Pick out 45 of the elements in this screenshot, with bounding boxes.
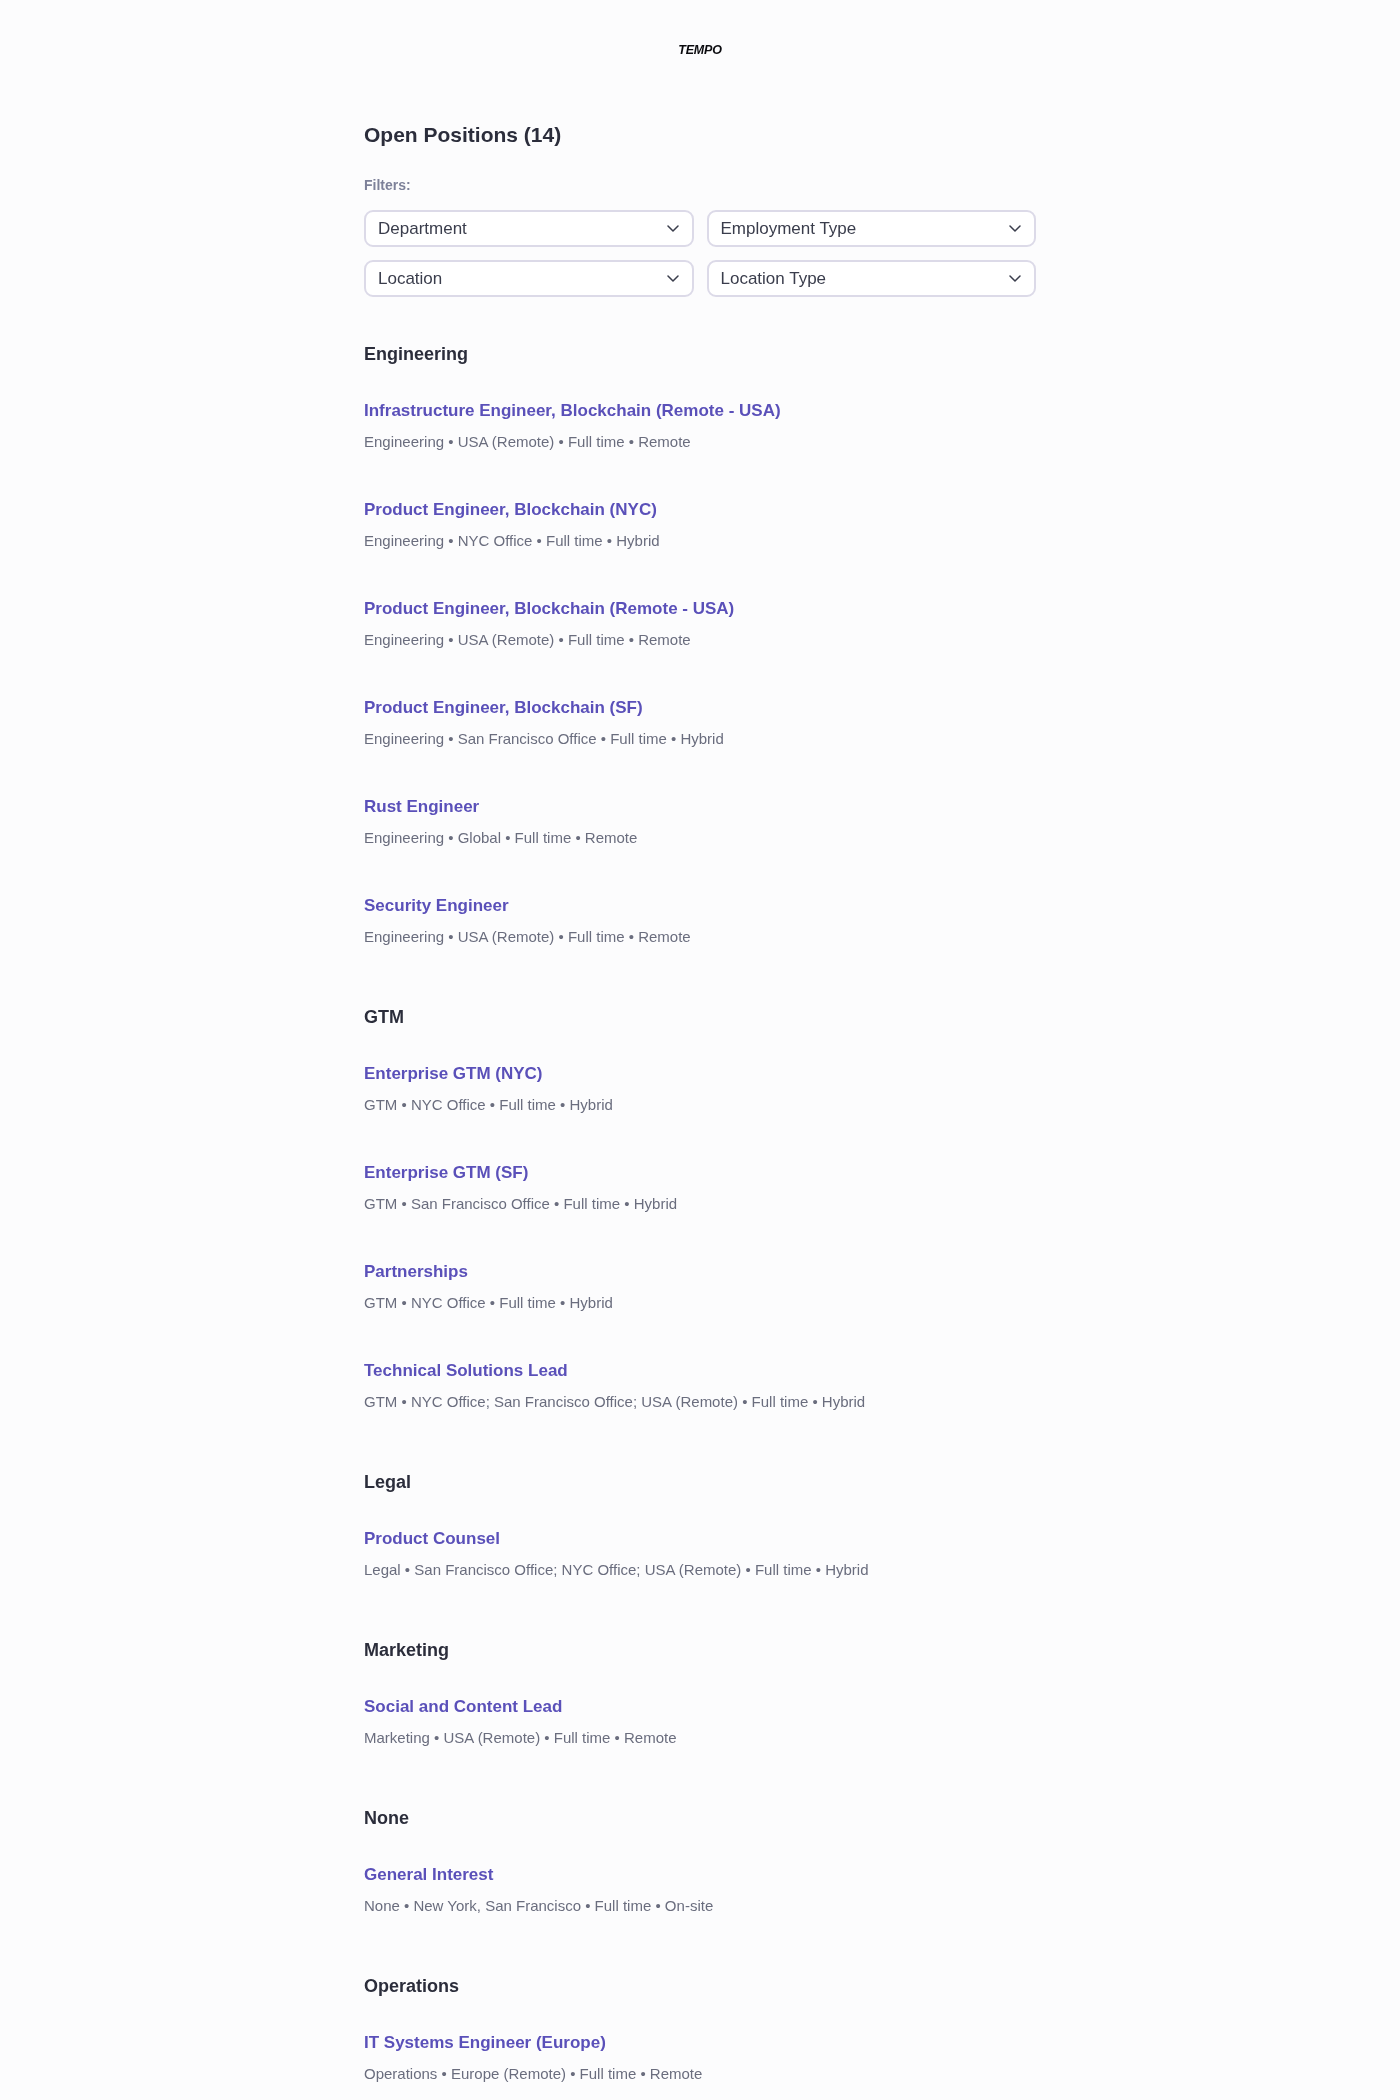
department-heading: Marketing	[364, 1639, 450, 1662]
logo: TEMPO	[678, 42, 722, 59]
filter-dropdown[interactable]: Location	[364, 260, 694, 297]
job-title-link[interactable]: Product Counsel	[364, 1528, 500, 1550]
page-title: Open Positions (14)	[364, 122, 562, 148]
chevron-down-icon	[666, 275, 679, 282]
department-heading: None	[364, 1807, 409, 1830]
chevron-down-icon	[1009, 275, 1021, 282]
department-heading: Operations	[364, 1975, 460, 1998]
job-title-link[interactable]: Social and Content Lead	[364, 1696, 563, 1718]
job-title-link[interactable]: Product Engineer, Blockchain (NYC)	[364, 499, 657, 521]
job-title-link[interactable]: Technical Solutions Lead	[364, 1360, 568, 1382]
job-title-link[interactable]: IT Systems Engineer (Europe)	[364, 2032, 606, 2054]
department-heading: Legal	[364, 1471, 411, 1494]
job-title-link[interactable]: Rust Engineer	[364, 796, 480, 818]
job-details: Marketing • USA (Remote) • Full time • Remote	[364, 1728, 677, 1748]
job-details: Engineering • USA (Remote) • Full time • Remote	[364, 432, 691, 452]
filter-dropdown[interactable]: Department	[364, 210, 694, 247]
job-details: Operations • Europe (Remote) • Full time • Remote	[364, 2064, 703, 2084]
job-details: GTM • San Francisco Office • Full time • Hybrid	[364, 1194, 678, 1214]
job-title-link[interactable]: Partnerships	[364, 1261, 468, 1283]
chevron-down-icon	[666, 225, 679, 232]
job-details: Engineering • Global • Full time • Remote	[364, 828, 638, 848]
job-details: GTM • NYC Office • Full time • Hybrid	[364, 1293, 613, 1313]
chevron-down-icon	[1009, 225, 1021, 232]
department-heading: Engineering	[364, 343, 468, 366]
job-details: GTM • NYC Office • Full time • Hybrid	[364, 1095, 613, 1115]
job-details: Engineering • NYC Office • Full time • Hybrid	[364, 531, 660, 551]
job-details: Engineering • San Francisco Office • Full time • Hybrid	[364, 729, 724, 749]
filter-dropdown[interactable]: Employment Type	[706, 210, 1036, 247]
filter-dropdown[interactable]: Location Type	[706, 260, 1036, 297]
job-title-link[interactable]: Infrastructure Engineer, Blockchain (Remote - USA)	[364, 400, 781, 422]
filters-label: Filters:	[364, 176, 411, 194]
job-title-link[interactable]: Security Engineer	[364, 895, 509, 917]
job-details: GTM • NYC Office; San Francisco Office; USA (Remote) • Full time • Hybrid	[364, 1392, 866, 1412]
job-details: None • New York, San Francisco • Full time • On-site	[364, 1896, 714, 1916]
job-title-link[interactable]: Product Engineer, Blockchain (Remote - USA)	[364, 598, 735, 620]
job-title-link[interactable]: Enterprise GTM (SF)	[364, 1162, 529, 1184]
department-heading: GTM	[364, 1006, 404, 1029]
job-title-link[interactable]: Product Engineer, Blockchain (SF)	[364, 697, 643, 719]
job-details: Legal • San Francisco Office; NYC Office; USA (Remote) • Full time • Hybrid	[364, 1560, 869, 1580]
job-details: Engineering • USA (Remote) • Full time • Remote	[364, 927, 691, 947]
job-details: Engineering • USA (Remote) • Full time • Remote	[364, 630, 691, 650]
job-title-link[interactable]: Enterprise GTM (NYC)	[364, 1063, 543, 1085]
job-title-link[interactable]: General Interest	[364, 1864, 494, 1886]
